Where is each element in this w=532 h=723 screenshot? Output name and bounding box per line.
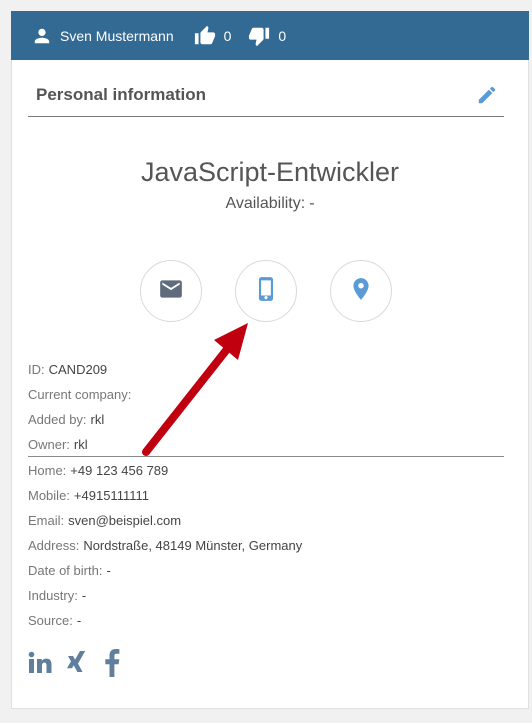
person-icon (33, 27, 51, 45)
info-value[interactable]: +49 123 456 789 (70, 463, 168, 478)
info-home: Home: +49 123 456 789 (28, 463, 168, 478)
thumbs-up-icon[interactable] (194, 25, 216, 47)
user-name[interactable]: Sven Mustermann (60, 28, 174, 44)
info-value: - (76, 613, 82, 628)
info-label: Added by: (28, 412, 87, 427)
info-label: Address: (28, 538, 80, 553)
info-label: Date of birth: (28, 563, 103, 578)
info-current-company: Current company: (28, 387, 135, 402)
likes-count: 0 (223, 27, 232, 44)
info-source: Source: - (28, 613, 81, 628)
info-label: Owner: (28, 437, 70, 452)
xing-icon[interactable] (66, 648, 88, 678)
divider (28, 456, 504, 457)
info-value: rkl (90, 412, 105, 427)
info-label: Email: (28, 513, 65, 528)
info-value[interactable]: Nordstraße, 48149 Münster, Germany (83, 538, 302, 553)
phone-button[interactable] (235, 260, 297, 322)
availability-value: - (309, 195, 315, 212)
top-bar: Sven Mustermann 0 0 (11, 11, 529, 60)
info-label: Home: (28, 463, 67, 478)
info-added-by: Added by: rkl (28, 412, 104, 427)
linkedin-icon[interactable] (28, 648, 54, 678)
mail-icon (158, 276, 184, 307)
info-label: Source: (28, 613, 73, 628)
info-value: - (81, 588, 87, 603)
info-id: ID: CAND209 (28, 362, 107, 377)
edit-icon[interactable] (476, 84, 498, 106)
info-date-of-birth: Date of birth: - (28, 563, 111, 578)
location-icon (348, 276, 374, 307)
info-mobile: Mobile: +4915111111 (28, 488, 149, 503)
email-button[interactable] (140, 260, 202, 322)
section-header: Personal information (28, 80, 504, 117)
location-button[interactable] (330, 260, 392, 322)
info-address: Address: Nordstraße, 48149 Münster, Germa… (28, 538, 302, 553)
info-value: rkl (73, 437, 88, 452)
availability-label: Availability: (225, 195, 306, 212)
info-value: - (106, 563, 111, 578)
info-value[interactable]: sven@beispiel.com (68, 513, 181, 528)
job-title: JavaScript-Entwickler (140, 157, 400, 187)
info-value[interactable]: +4915111111 (74, 488, 149, 503)
info-industry: Industry: - (28, 588, 86, 603)
info-label: Industry: (28, 588, 78, 603)
availability: Availability: - (12, 195, 528, 213)
profile-card: Personal information JavaScript-Entwickl… (11, 60, 529, 709)
thumbs-down-icon[interactable] (248, 25, 270, 47)
info-owner: Owner: rkl (28, 437, 88, 452)
info-label: ID: (28, 362, 45, 377)
info-label: Current company: (28, 387, 132, 402)
phone-icon (253, 276, 279, 307)
info-email: Email: sven@beispiel.com (28, 513, 181, 528)
dislikes-count: 0 (278, 27, 287, 44)
info-value: CAND209 (48, 362, 108, 377)
info-label: Mobile: (28, 488, 70, 503)
facebook-icon[interactable] (104, 648, 120, 678)
section-title: Personal information (36, 85, 207, 104)
